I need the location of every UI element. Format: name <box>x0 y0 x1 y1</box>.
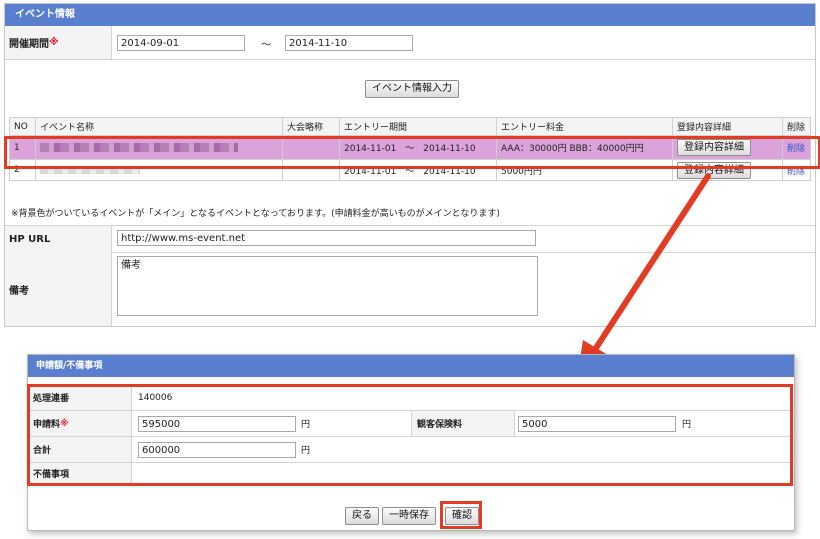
total-input[interactable] <box>138 442 296 458</box>
temp-save-button[interactable]: 一時保存 <box>382 507 436 525</box>
fee-panel-header: 申請額/不備事項 <box>28 355 794 377</box>
application-fee-input[interactable] <box>138 416 296 432</box>
total-unit: 円 <box>301 446 311 456</box>
confirm-button[interactable]: 確認 <box>445 507 479 525</box>
serial-value: 140006 <box>138 392 173 403</box>
insurance-unit: 円 <box>682 420 692 430</box>
total-label: 合計 <box>28 437 132 462</box>
insurance-input[interactable] <box>518 416 676 432</box>
fee-row: 申請料※ 円 観客保険料 円 <box>28 411 794 437</box>
fee-panel: 申請額/不備事項 処理連番 140006 申請料※ 円 観客保険料 円 合計 円… <box>27 354 795 531</box>
required-mark: ※ <box>60 418 69 429</box>
defects-row: 不備事項 <box>28 463 794 485</box>
back-button[interactable]: 戻る <box>345 507 379 525</box>
total-row: 合計 円 <box>28 437 794 463</box>
application-fee-unit: 円 <box>301 420 311 430</box>
serial-row: 処理連番 140006 <box>28 385 794 411</box>
arrow-shaft <box>593 173 711 351</box>
insurance-label: 観客保険料 <box>411 411 515 436</box>
defects-label: 不備事項 <box>28 463 132 484</box>
serial-label: 処理連番 <box>28 385 132 410</box>
application-fee-label: 申請料 ※ <box>28 411 132 436</box>
